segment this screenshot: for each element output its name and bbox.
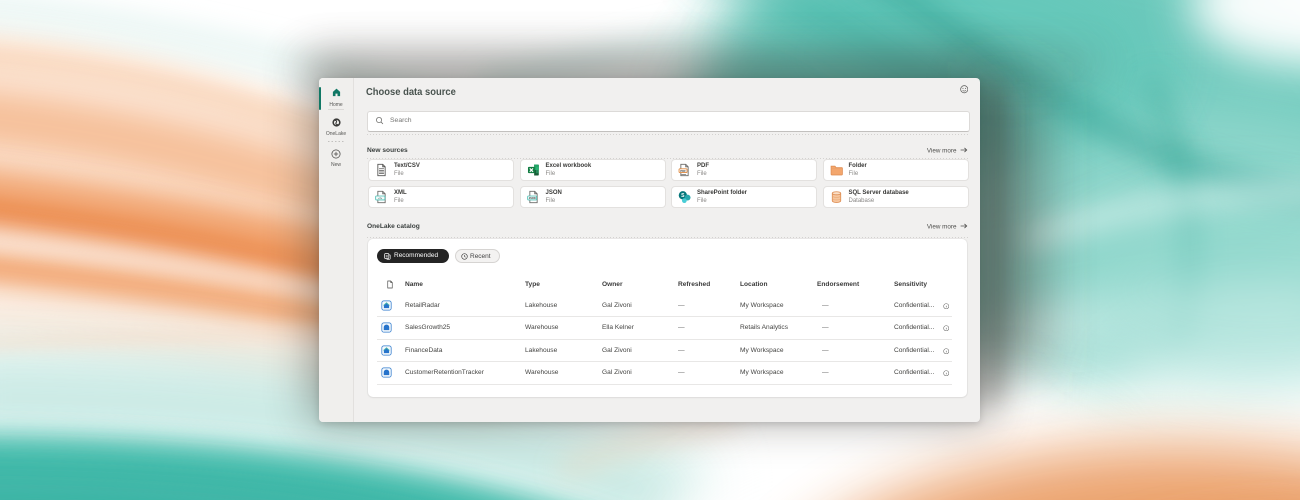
svg-text:JSON: JSON — [528, 197, 535, 200]
svg-text:‹=›: ‹=› — [378, 196, 382, 200]
svg-text:PDF: PDF — [680, 169, 686, 173]
